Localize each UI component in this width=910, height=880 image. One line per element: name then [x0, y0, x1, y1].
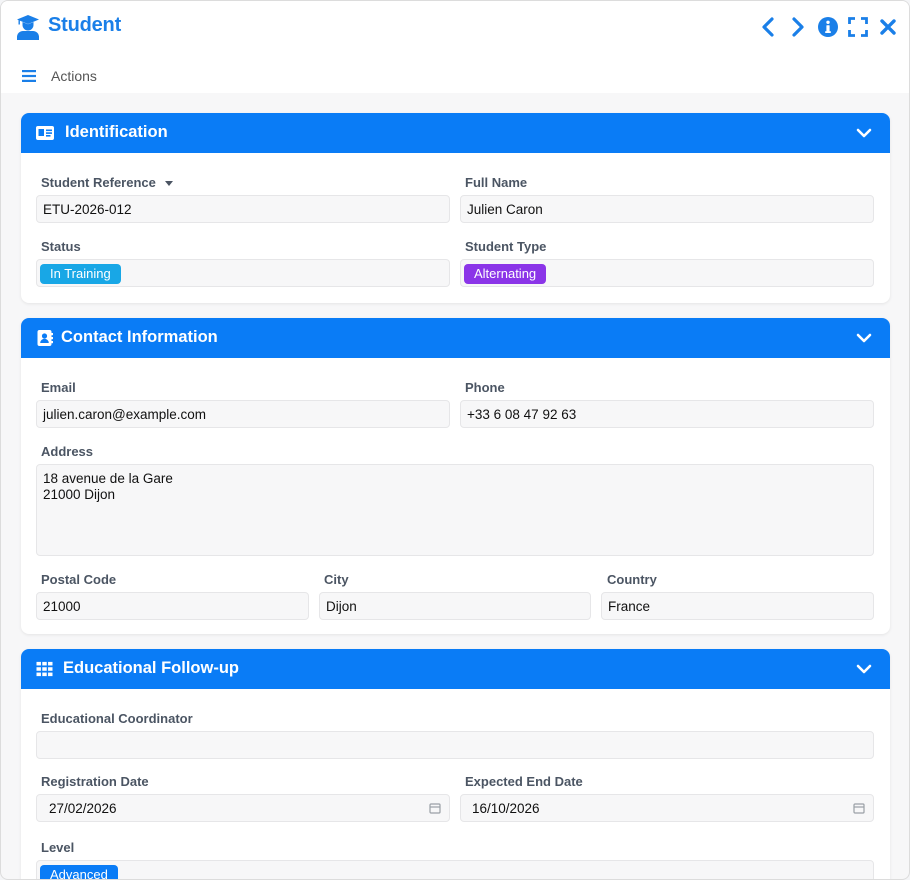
chevron-left-icon [762, 17, 774, 37]
student-reference-field[interactable]: ETU-2026-012 [36, 195, 450, 223]
actions-menu[interactable]: Actions [51, 68, 97, 84]
full-name-field[interactable]: Julien Caron [460, 195, 874, 223]
expected-end-date-label: Expected End Date [465, 774, 583, 789]
contact-header[interactable]: Contact Information [21, 318, 890, 358]
address-line-1: 18 avenue de la Gare [43, 471, 173, 486]
contact-panel: Contact Information Email julien.caron@e… [21, 318, 890, 634]
student-graduate-icon [17, 15, 39, 40]
education-title: Educational Follow-up [63, 659, 239, 677]
level-field[interactable]: Advanced [36, 860, 874, 879]
postal-code-label: Postal Code [41, 572, 117, 587]
contact-title: Contact Information [61, 328, 218, 346]
calendar-icon[interactable] [853, 802, 865, 814]
student-window: Student Actions Identification Student R… [0, 0, 910, 880]
postal-code-field[interactable]: 21000 [36, 592, 309, 620]
student-type-field[interactable]: Alternating [460, 259, 874, 287]
window-title: Student [48, 14, 122, 36]
status-badge: In Training [40, 264, 121, 284]
close-icon [880, 19, 896, 35]
student-type-label: Student Type [465, 239, 547, 254]
expected-end-date-field[interactable]: 16/10/2026 [460, 794, 874, 822]
level-label: Level [41, 840, 75, 855]
coordinator-label: Educational Coordinator [41, 711, 193, 726]
email-label: Email [41, 380, 76, 395]
chevron-down-icon[interactable] [856, 662, 872, 676]
coordinator-field[interactable] [36, 731, 874, 759]
registration-date-field[interactable]: 27/02/2026 [36, 794, 450, 822]
action-bar: Actions [1, 55, 909, 93]
status-field[interactable]: In Training [36, 259, 450, 287]
next-record-button[interactable] [787, 15, 809, 39]
address-book-icon [37, 330, 53, 346]
maximize-button[interactable] [847, 15, 869, 39]
close-button[interactable] [877, 15, 899, 39]
country-field[interactable]: France [601, 592, 874, 620]
expand-icon [848, 17, 868, 37]
student-type-badge: Alternating [464, 264, 547, 284]
full-name-label: Full Name [465, 175, 528, 190]
city-field[interactable]: Dijon [319, 592, 591, 620]
title-bar: Student [1, 1, 909, 55]
caret-down-icon[interactable] [164, 179, 174, 187]
calendar-icon[interactable] [429, 802, 441, 814]
country-label: Country [607, 572, 657, 587]
id-card-icon [36, 126, 54, 140]
info-icon [818, 17, 838, 37]
identification-header[interactable]: Identification [21, 113, 890, 153]
city-label: City [324, 572, 349, 587]
status-label: Status [41, 239, 81, 254]
chevron-down-icon[interactable] [856, 126, 872, 140]
phone-field[interactable]: +33 6 08 47 92 63 [460, 400, 874, 428]
identification-title: Identification [65, 123, 168, 141]
identification-panel: Identification Student Reference ETU-202… [21, 113, 890, 303]
chevron-right-icon [792, 17, 804, 37]
registration-date-value: 27/02/2026 [49, 801, 117, 816]
menu-icon[interactable] [22, 70, 36, 82]
table-grid-icon [36, 661, 53, 677]
student-reference-label: Student Reference [41, 175, 174, 190]
education-header[interactable]: Educational Follow-up [21, 649, 890, 689]
previous-record-button[interactable] [757, 15, 779, 39]
chevron-down-icon[interactable] [856, 331, 872, 345]
expected-end-date-value: 16/10/2026 [472, 801, 540, 816]
address-field[interactable]: 18 avenue de la Gare 21000 Dijon [36, 464, 874, 556]
phone-label: Phone [465, 380, 505, 395]
info-button[interactable] [817, 15, 839, 39]
level-badge: Advanced [40, 865, 118, 879]
address-line-2: 21000 Dijon [43, 487, 116, 502]
registration-date-label: Registration Date [41, 774, 149, 789]
address-label: Address [41, 444, 94, 459]
education-panel: Educational Follow-up Educational Coordi… [21, 649, 890, 879]
email-field[interactable]: julien.caron@example.com [36, 400, 450, 428]
